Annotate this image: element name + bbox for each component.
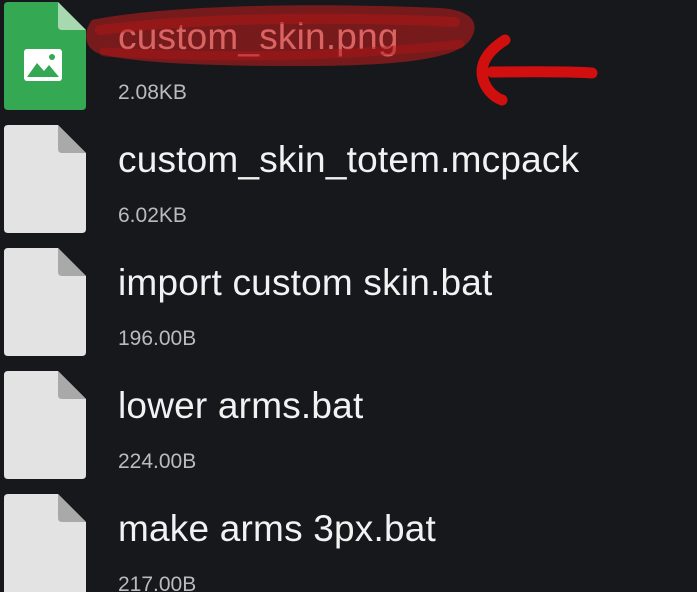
generic-file-icon bbox=[4, 248, 86, 356]
generic-file-icon bbox=[4, 125, 86, 233]
file-size: 6.02KB bbox=[118, 204, 187, 227]
file-name: make arms 3px.bat bbox=[118, 508, 437, 549]
file-row[interactable]: lower arms.bat 224.00B bbox=[0, 369, 697, 492]
file-name: custom_skin.png bbox=[118, 16, 399, 57]
file-list: custom_skin.png 2.08KB custom_skin_totem… bbox=[0, 0, 697, 592]
file-name: custom_skin_totem.mcpack bbox=[118, 139, 580, 180]
file-row[interactable]: custom_skin_totem.mcpack 6.02KB bbox=[0, 123, 697, 246]
file-name: lower arms.bat bbox=[118, 385, 364, 426]
file-size: 217.00B bbox=[118, 573, 197, 592]
file-row[interactable]: make arms 3px.bat 217.00B bbox=[0, 492, 697, 592]
file-size: 2.08KB bbox=[118, 81, 187, 104]
file-size: 196.00B bbox=[118, 327, 197, 350]
file-size: 224.00B bbox=[118, 450, 197, 473]
file-row[interactable]: custom_skin.png 2.08KB bbox=[0, 0, 697, 123]
file-name: import custom skin.bat bbox=[118, 262, 493, 303]
image-file-icon bbox=[4, 2, 86, 110]
generic-file-icon bbox=[4, 371, 86, 479]
file-row[interactable]: import custom skin.bat 196.00B bbox=[0, 246, 697, 369]
generic-file-icon bbox=[4, 494, 86, 592]
